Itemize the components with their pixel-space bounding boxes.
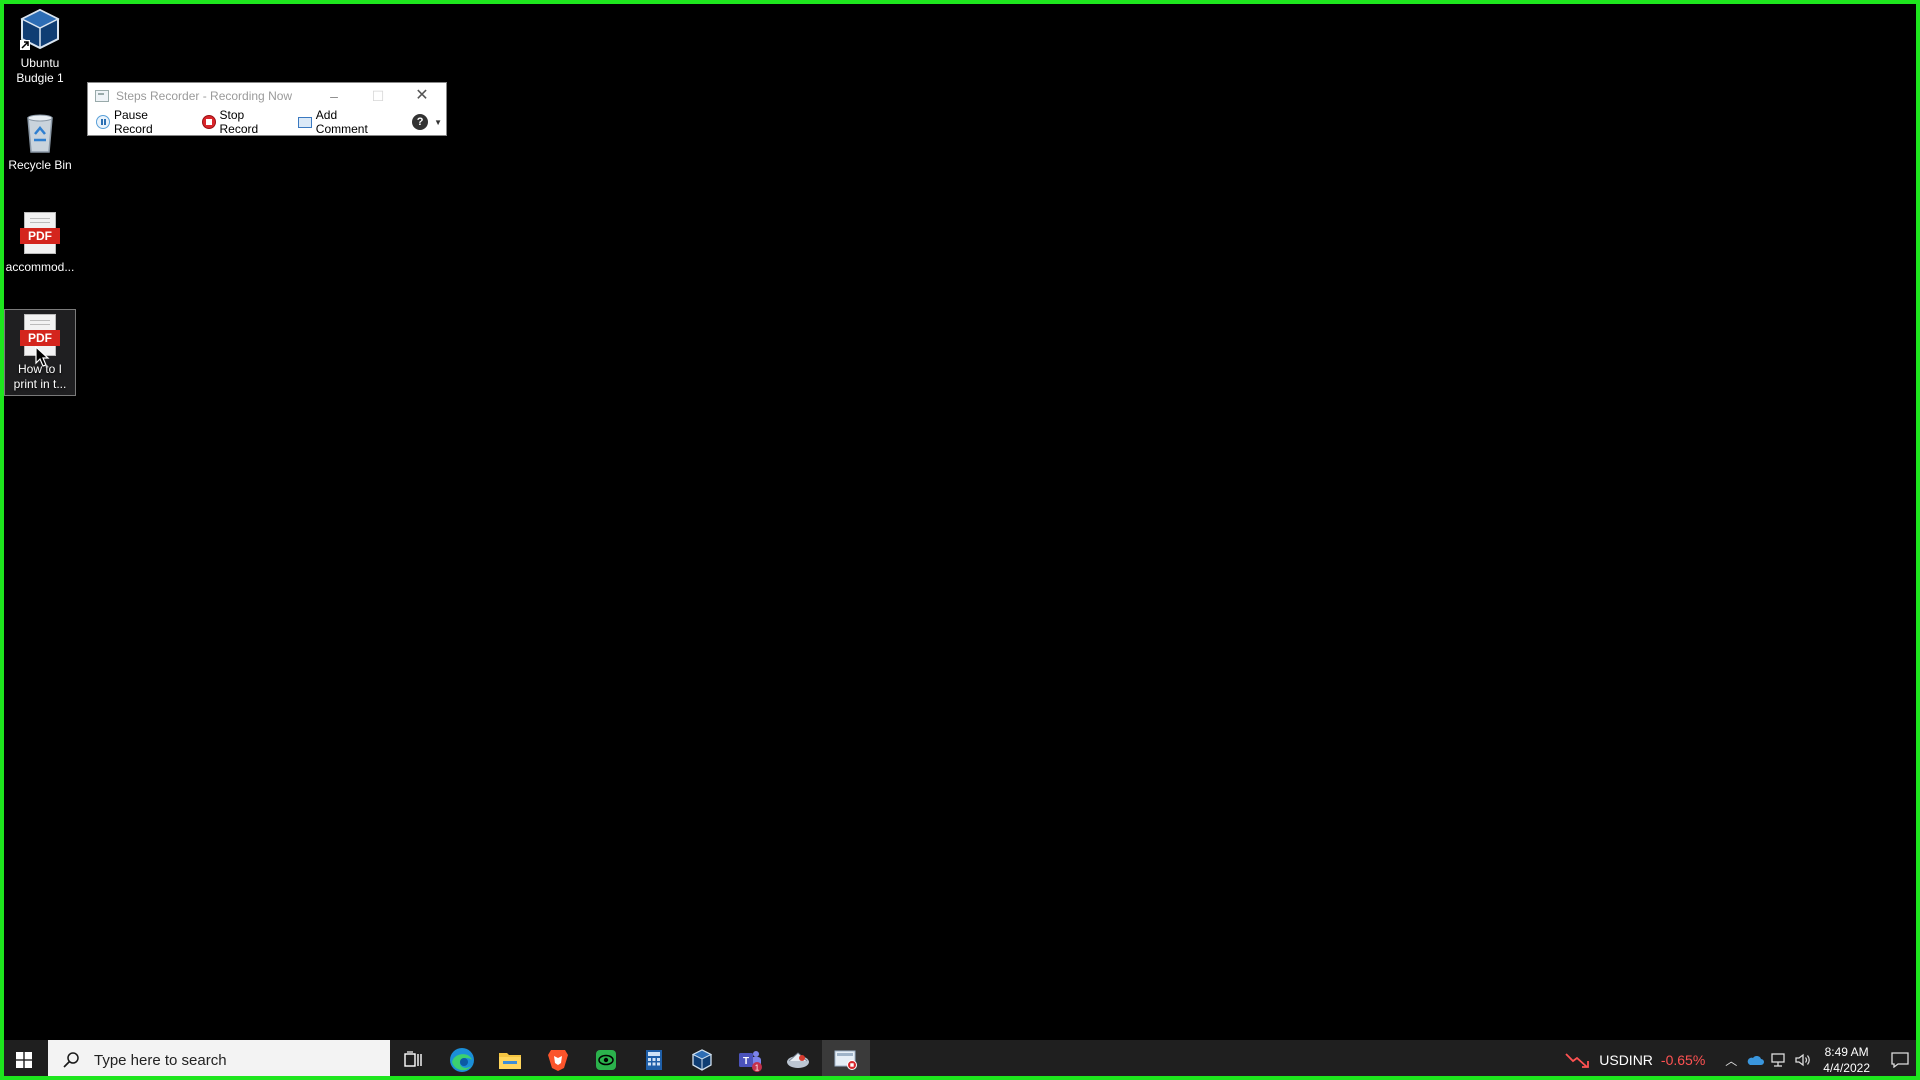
desktop-icon-label: Ubuntu Budgie 1 [16, 56, 64, 85]
taskbar-app-steps-recorder[interactable] [822, 1040, 870, 1080]
desktop-icon-ubuntu-budgie[interactable]: Ubuntu Budgie 1 [4, 4, 76, 89]
steps-recorder-window[interactable]: Steps Recorder - Recording Now – ☐ ✕ Pau… [87, 82, 447, 136]
edge-browser-icon [450, 1048, 474, 1072]
notification-icon [1891, 1052, 1909, 1068]
taskbar: T 1 USDINR -0.65% ︿ [0, 1040, 1920, 1080]
comment-icon [297, 116, 312, 128]
system-tray: USDINR -0.65% ︿ 8:49 AM 4/4/2022 [1565, 1040, 1920, 1080]
start-button[interactable] [0, 1040, 48, 1080]
steps-recorder-titlebar[interactable]: Steps Recorder - Recording Now – ☐ ✕ [88, 83, 446, 109]
volume-button[interactable] [1791, 1040, 1815, 1080]
teams-icon: T 1 [739, 1051, 762, 1073]
stock-ticker-widget[interactable]: USDINR -0.65% [1565, 1051, 1705, 1069]
mouse-cursor-icon [35, 346, 50, 367]
onedrive-cloud-icon [1747, 1055, 1765, 1065]
help-icon: ? [412, 114, 429, 130]
steps-recorder-toolbar: Pause Record Stop Record Add Comment ? ▼ [88, 108, 446, 136]
chevron-up-icon: ︿ [1725, 1053, 1738, 1068]
desktop-icon-label: accommod... [5, 260, 75, 274]
virtualbox-vm-icon [16, 6, 64, 54]
add-comment-button[interactable]: Add Comment [294, 108, 396, 136]
pause-icon [96, 115, 110, 129]
help-dropdown-button[interactable]: ? ▼ [408, 111, 446, 133]
pause-record-button[interactable]: Pause Record [92, 108, 194, 136]
desktop-icon-pdf-accommod[interactable]: PDF accommod... [4, 208, 76, 278]
desktop[interactable]: Ubuntu Budgie 1 Recycle Bin PDF accommod… [0, 0, 1920, 1040]
desktop-icon-recycle-bin[interactable]: Recycle Bin [4, 106, 76, 176]
desktop-icon-label: Recycle Bin [8, 158, 72, 172]
notification-center-button[interactable] [1880, 1040, 1920, 1080]
stop-icon [201, 115, 216, 129]
onedrive-button[interactable] [1743, 1040, 1767, 1080]
minimize-button[interactable]: – [312, 83, 356, 109]
virtualbox-icon [691, 1049, 713, 1071]
calculator-icon [646, 1050, 662, 1070]
taskbar-app-mail[interactable] [774, 1040, 822, 1080]
task-view-icon [404, 1051, 422, 1067]
show-hidden-icons-button[interactable]: ︿ [1719, 1040, 1743, 1080]
teams-badge: 1 [755, 1064, 760, 1073]
taskbar-app-vpn[interactable] [582, 1040, 630, 1080]
pdf-file-icon: PDF [16, 210, 64, 258]
trend-down-icon [1565, 1053, 1590, 1068]
taskbar-app-brave[interactable] [534, 1040, 582, 1080]
brave-browser-icon [548, 1050, 568, 1071]
taskbar-clock[interactable]: 8:49 AM 4/4/2022 [1823, 1044, 1870, 1076]
search-input[interactable] [92, 1050, 376, 1070]
speaker-icon [1795, 1053, 1811, 1067]
network-button[interactable] [1767, 1040, 1791, 1080]
task-view-button[interactable] [390, 1040, 438, 1080]
ticker-symbol: USDINR [1599, 1052, 1653, 1068]
clock-date: 4/4/2022 [1823, 1061, 1870, 1075]
pause-record-label: Pause Record [113, 108, 153, 136]
close-button[interactable]: ✕ [400, 83, 444, 109]
mail-app-icon [787, 1052, 809, 1068]
steps-recorder-app-icon [95, 90, 109, 102]
taskbar-search[interactable] [48, 1040, 390, 1080]
maximize-button[interactable]: ☐ [356, 83, 400, 109]
folder-icon [499, 1053, 521, 1069]
svg-text:T: T [743, 1056, 749, 1067]
pdf-badge: PDF [20, 228, 60, 244]
ticker-change: -0.65% [1660, 1052, 1706, 1068]
taskbar-app-edge[interactable] [438, 1040, 486, 1080]
taskbar-app-file-explorer[interactable] [486, 1040, 534, 1080]
window-title: Steps Recorder - Recording Now [116, 89, 293, 103]
recycle-bin-icon [16, 108, 64, 156]
clock-time: 8:49 AM [1824, 1045, 1869, 1059]
taskbar-app-virtualbox[interactable] [678, 1040, 726, 1080]
add-comment-label: Add Comment [315, 108, 368, 136]
network-icon [1771, 1053, 1785, 1067]
taskbar-app-calculator[interactable] [630, 1040, 678, 1080]
stop-record-button[interactable]: Stop Record [198, 108, 290, 136]
taskbar-app-teams[interactable]: T 1 [726, 1040, 774, 1080]
chevron-down-icon: ▼ [434, 117, 443, 127]
pdf-badge: PDF [20, 330, 60, 346]
vpn-app-icon [596, 1050, 616, 1070]
windows-logo-icon [16, 1052, 32, 1068]
steps-recorder-icon [834, 1050, 857, 1070]
search-icon [63, 1052, 79, 1068]
stop-record-label: Stop Record [219, 108, 259, 136]
